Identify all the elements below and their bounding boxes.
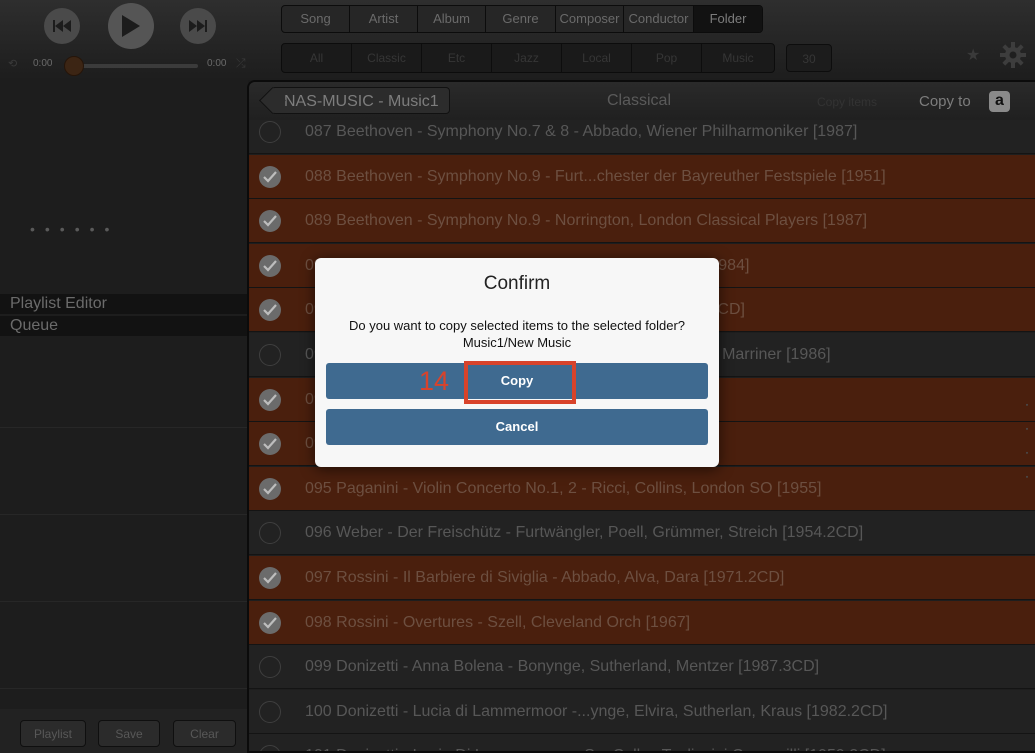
back-button[interactable]: NAS-MUSIC - Music1: [271, 87, 450, 114]
left-bottom-toolbar: Playlist Save Clear: [0, 709, 248, 753]
genre-tab-jazz[interactable]: Jazz: [492, 44, 562, 72]
playlist-editor-header[interactable]: Playlist Editor: [0, 294, 248, 314]
list-item-title: 095 Paganini - Violin Concerto No.1, 2 -…: [305, 479, 822, 497]
unchecked-circle-icon[interactable]: [259, 344, 281, 366]
index-scrollbar[interactable]: ▪ ▪ ▪ ▪: [1021, 394, 1033, 490]
nav-bar: NAS-MUSIC - Music1 Classical Copy items …: [249, 82, 1035, 120]
annotation-highlight-box: [464, 361, 576, 404]
tab-artist[interactable]: Artist: [350, 6, 418, 32]
play-button[interactable]: [108, 3, 154, 49]
cancel-button[interactable]: Cancel: [326, 409, 708, 445]
checkmark-icon[interactable]: [259, 388, 281, 411]
checkmark-icon[interactable]: [259, 611, 281, 634]
list-item[interactable]: 096 Weber - Der Freischütz - Furtwängler…: [249, 511, 1035, 556]
total-time: 0:00: [207, 58, 227, 69]
divider: [0, 514, 248, 515]
star-icon[interactable]: ★: [966, 45, 980, 65]
unchecked-circle-icon[interactable]: [259, 121, 281, 143]
annotation-step-number: 14: [419, 366, 450, 396]
copy-items-button[interactable]: Copy items: [817, 95, 877, 109]
checkmark-icon[interactable]: [259, 210, 281, 233]
genre-tab-all[interactable]: All: [282, 44, 352, 72]
list-item-title: 096 Weber - Der Freischütz - Furtwängler…: [305, 524, 864, 542]
genre-tab-pop[interactable]: Pop: [632, 44, 702, 72]
list-item-title: 101 Donizetti - Lucia Di Lammermoor - S.…: [305, 734, 886, 751]
dialog-title: Confirm: [483, 273, 551, 294]
list-item-title: 089 Beethoven - Symphony No.9 - Norringt…: [305, 212, 868, 230]
tab-song[interactable]: Song: [282, 6, 350, 32]
tab-album[interactable]: Album: [418, 6, 486, 32]
checkmark-icon[interactable]: [259, 477, 281, 500]
next-track-button[interactable]: [180, 8, 216, 44]
list-item-title: 098 Rossini - Overtures - Szell, Clevela…: [305, 613, 691, 631]
checkmark-icon[interactable]: [259, 299, 281, 322]
divider: [0, 601, 248, 602]
play-icon: [122, 15, 140, 37]
genre-tab-etc[interactable]: Etc: [422, 44, 492, 72]
list-item-title: 088 Beethoven - Symphony No.9 - Furt...c…: [305, 167, 886, 185]
progress-knob[interactable]: [64, 56, 84, 76]
a-icon[interactable]: a: [989, 91, 1010, 112]
playlist-button[interactable]: Playlist: [20, 720, 86, 747]
nav-title: Classical: [606, 92, 671, 109]
list-item[interactable]: 099 Donizetti - Anna Bolena - Bonynge, S…: [249, 645, 1035, 690]
checkmark-icon[interactable]: [259, 165, 281, 188]
genre-tab-local[interactable]: Local: [562, 44, 632, 72]
list-item[interactable]: 100 Donizetti - Lucia di Lammermoor -...…: [249, 689, 1035, 734]
list-item-title: 100 Donizetti - Lucia di Lammermoor -...…: [305, 702, 888, 720]
clear-button[interactable]: Clear: [173, 720, 236, 747]
unchecked-circle-icon[interactable]: [259, 522, 281, 545]
list-item[interactable]: 101 Donizetti - Lucia Di Lammermoor - S.…: [249, 734, 1035, 751]
playback-progress: ⟲ 0:00 0:00 ⤮: [0, 56, 250, 76]
save-button[interactable]: Save: [98, 720, 160, 747]
dialog-message: Do you want to copy selected items to th…: [348, 318, 686, 333]
copy-to-button[interactable]: Copy to: [919, 93, 971, 110]
divider: [0, 427, 248, 428]
tab-composer[interactable]: Composer: [556, 6, 624, 32]
list-item[interactable]: 088 Beethoven - Symphony No.9 - Furt...c…: [249, 154, 1035, 199]
tab-genre[interactable]: Genre: [486, 6, 556, 32]
gear-icon[interactable]: [1000, 42, 1026, 68]
unchecked-circle-icon[interactable]: [259, 745, 281, 751]
tab-folder[interactable]: Folder: [694, 6, 762, 32]
list-item-title: 097 Rossini - Il Barbiere di Siviglia - …: [305, 569, 785, 586]
list-item[interactable]: 095 Paganini - Violin Concerto No.1, 2 -…: [249, 466, 1035, 511]
genre-tab-music[interactable]: Music: [702, 44, 774, 72]
unchecked-circle-icon[interactable]: [259, 656, 281, 679]
next-icon: [189, 20, 207, 32]
left-panel: •••••• Playlist Editor Queue: [0, 80, 248, 753]
page-dots: ••••••: [30, 221, 120, 237]
progress-track[interactable]: [70, 64, 198, 68]
top-toolbar: ⟲ 0:00 0:00 ⤮ Song Artist Album Genre Compos…: [0, 0, 1035, 80]
current-time: 0:00: [33, 58, 53, 69]
genre-tabs: All Classic Etc Jazz Local Pop Music: [281, 43, 775, 73]
previous-track-button[interactable]: [44, 8, 80, 44]
genre-tab-classic[interactable]: Classic: [352, 44, 422, 72]
checkmark-icon[interactable]: [259, 254, 281, 277]
checkmark-icon[interactable]: [259, 567, 281, 589]
list-item[interactable]: 098 Rossini - Overtures - Szell, Clevela…: [249, 600, 1035, 645]
count-badge[interactable]: 30: [786, 44, 832, 72]
category-tabs: Song Artist Album Genre Composer Conductor Fol…: [281, 5, 763, 33]
checkmark-icon[interactable]: [259, 433, 281, 456]
dialog-target-folder: Music1/New Music: [462, 335, 572, 350]
divider: [0, 688, 248, 689]
previous-icon: [53, 20, 71, 32]
list-item[interactable]: 097 Rossini - Il Barbiere di Siviglia - …: [249, 556, 1035, 600]
unchecked-circle-icon[interactable]: [259, 700, 281, 723]
repeat-icon[interactable]: ⟲: [8, 57, 17, 70]
queue-header[interactable]: Queue: [0, 316, 248, 336]
shuffle-icon[interactable]: ⤮: [236, 56, 246, 71]
tab-conductor[interactable]: Conductor: [624, 6, 694, 32]
list-item[interactable]: 089 Beethoven - Symphony No.9 - Norringt…: [249, 199, 1035, 244]
list-item-title: 099 Donizetti - Anna Bolena - Bonynge, S…: [305, 658, 820, 676]
app-window: ⟲ 0:00 0:00 ⤮ Song Artist Album Genre Compos…: [0, 0, 1035, 753]
